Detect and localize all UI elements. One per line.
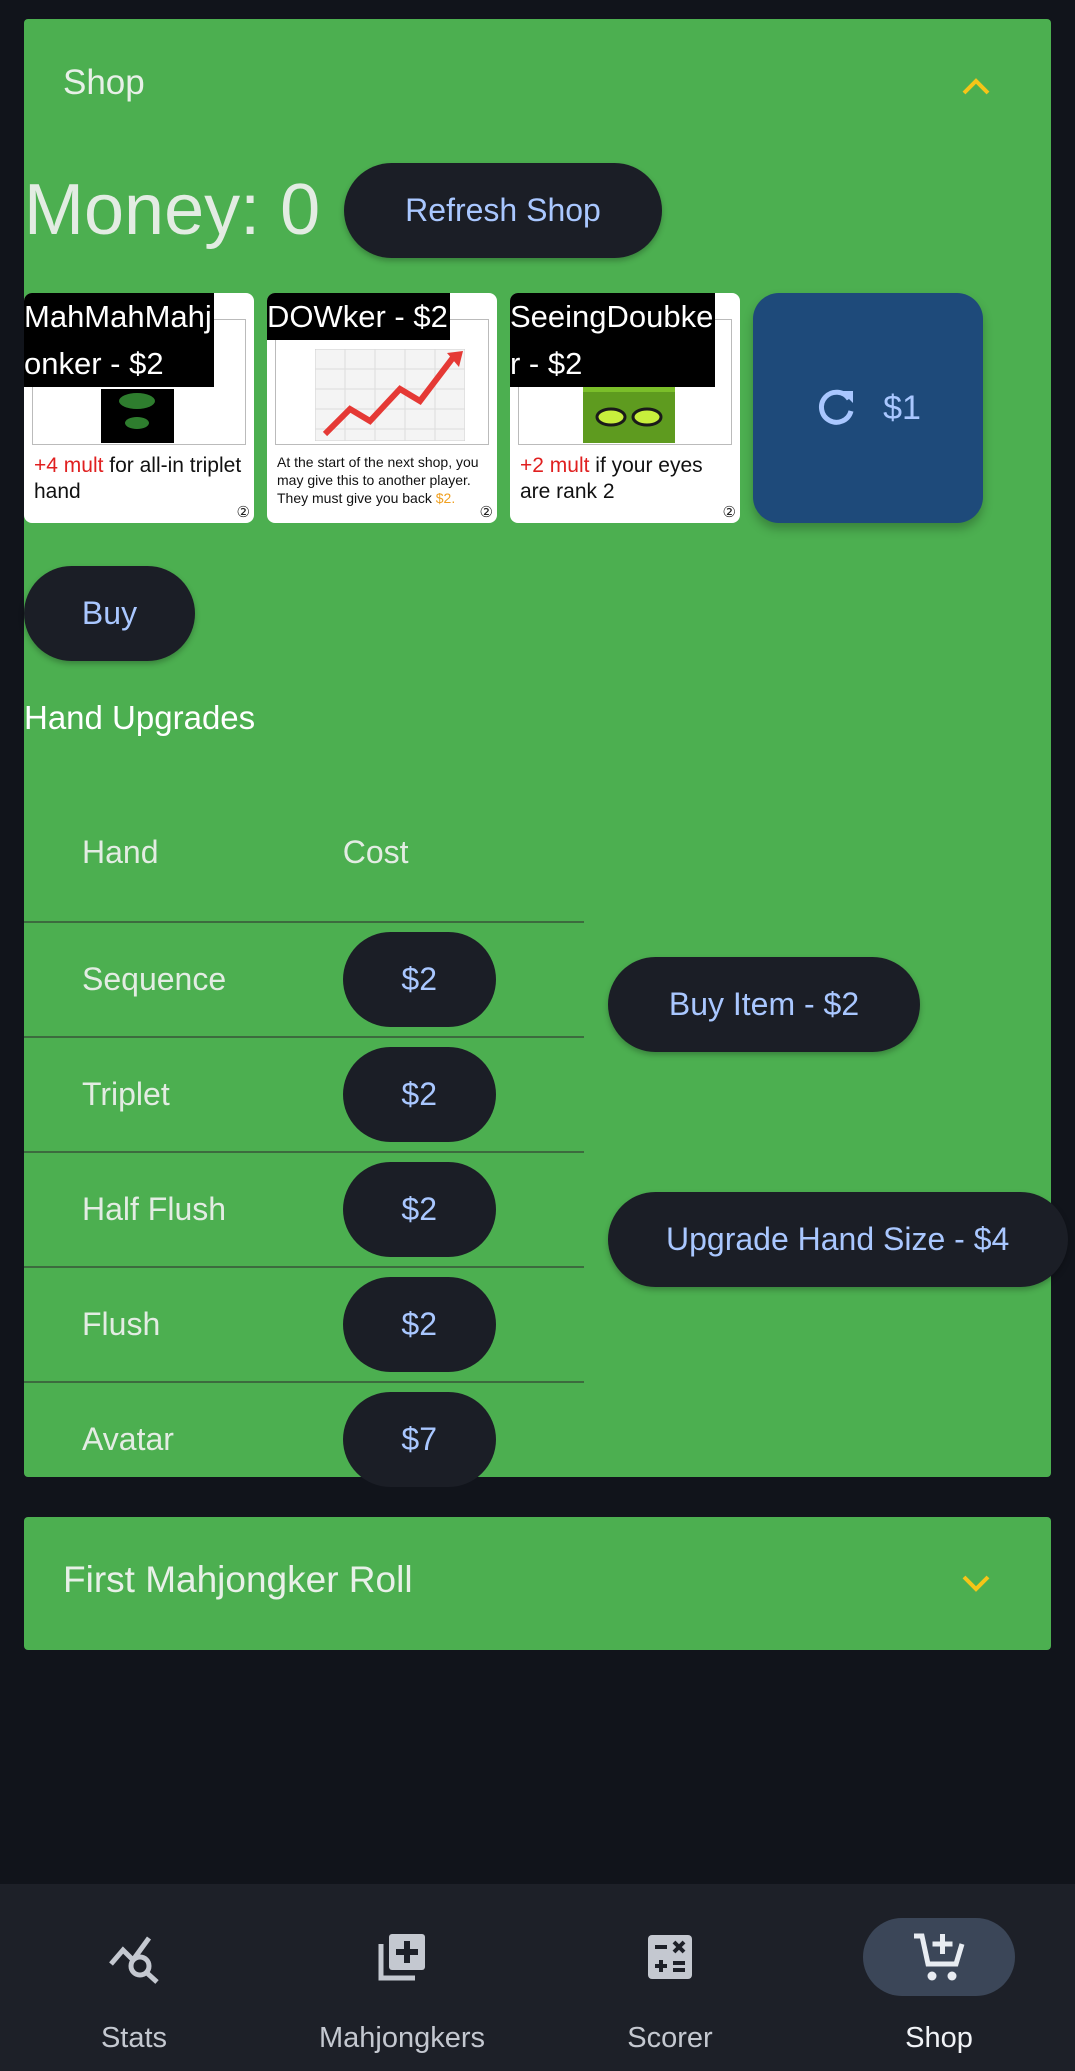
card-mult-text: +4 mult — [34, 454, 104, 477]
hand-name: Triplet — [24, 1037, 343, 1153]
first-mahjongker-roll-panel[interactable]: First Mahjongker Roll — [24, 1517, 1051, 1650]
cost-button[interactable]: $2 — [342, 1162, 496, 1257]
library-add-icon — [378, 1934, 425, 1981]
cost-button[interactable]: $2 — [342, 932, 496, 1027]
refresh-icon — [819, 389, 854, 425]
shop-panel: Shop Money: 0 Refresh Shop MahMahMahj on… — [24, 19, 1068, 1487]
card-title-line1: MahMahMahj — [24, 299, 212, 334]
refresh-shop-button[interactable]: Refresh Shop — [344, 163, 662, 258]
nav-item-stats[interactable]: Stats — [0, 1884, 268, 2071]
joker-card-dowker[interactable]: DOWker - $2 At the start of the next sho… — [267, 293, 497, 523]
table-row: Triplet $2 — [24, 1037, 584, 1153]
chevron-down-icon[interactable] — [956, 1563, 996, 1603]
card-mult-text: +2 mult — [520, 454, 590, 477]
column-header-cost: Cost — [342, 784, 584, 923]
card-desc-line2: They must give you back — [277, 490, 436, 506]
joker-card-mahmahmahjonker[interactable]: MahMahMahj onker - $2 +4 mult for all-in… — [24, 293, 254, 523]
card-title-line1: DOWker - $2 — [267, 299, 448, 334]
nav-item-scorer[interactable]: Scorer — [536, 1884, 804, 2071]
roll-panel-title: First Mahjongker Roll — [63, 1559, 413, 1600]
upgrade-hand-size-button[interactable]: Upgrade Hand Size - $4 — [608, 1192, 1068, 1287]
nav-item-shop[interactable]: Shop — [805, 1884, 1073, 2071]
card-title-line1: SeeingDoubke — [510, 299, 714, 334]
calculator-icon — [648, 1935, 692, 1979]
reroll-price: $1 — [883, 388, 921, 427]
bottom-navigation: Stats Mahjongkers Scorer Shop — [0, 1884, 1075, 2071]
table-row: Avatar $7 — [24, 1382, 584, 1496]
card-description: At the start of the next shop, you may g… — [277, 453, 487, 507]
buy-button[interactable]: Buy — [24, 566, 195, 661]
table-row: Flush $2 — [24, 1267, 584, 1383]
nav-label: Scorer — [627, 2022, 713, 2054]
table-row: Sequence $2 — [24, 922, 584, 1038]
stats-search-icon — [109, 1936, 159, 1984]
card-badge: ② — [722, 504, 736, 521]
rising-chart-art — [315, 349, 465, 441]
card-title: MahMahMahj onker - $2 — [24, 293, 214, 387]
cost-button[interactable]: $2 — [342, 1277, 496, 1372]
card-description: +2 mult if your eyes are rank 2 — [520, 453, 730, 505]
hand-name: Avatar — [82, 1421, 174, 1457]
card-desc-money: $2. — [435, 490, 456, 506]
card-badge: ② — [236, 504, 250, 521]
card-desc-line1: At the start of the next shop, you may g… — [277, 454, 479, 488]
card-title: DOWker - $2 — [267, 293, 450, 340]
hand-name: Half Flush — [24, 1152, 343, 1268]
money-display: Money: 0 — [24, 170, 321, 250]
cost-button[interactable]: $7 — [342, 1392, 496, 1487]
nav-label: Mahjongkers — [318, 2022, 486, 2054]
card-art-image — [101, 389, 174, 443]
hand-upgrades-table: Hand Cost Sequence $2 Triplet $2 Half Fl… — [24, 784, 584, 1496]
table-header-row: Hand Cost — [24, 784, 584, 923]
cart-add-icon — [914, 1933, 965, 1981]
hand-name: Flush — [24, 1267, 343, 1383]
card-title-line2: r - $2 — [510, 346, 583, 381]
cost-button[interactable]: $2 — [342, 1047, 496, 1142]
reroll-button[interactable]: $1 — [753, 293, 983, 523]
chevron-up-icon[interactable] — [956, 67, 996, 107]
hand-upgrades-heading: Hand Upgrades — [24, 699, 256, 736]
nav-label: Stats — [100, 2022, 168, 2054]
table-row: Half Flush $2 — [24, 1152, 584, 1268]
card-title: SeeingDoubke r - $2 — [510, 293, 716, 387]
hand-name: Sequence — [24, 922, 343, 1038]
nav-label: Shop — [905, 2022, 973, 2054]
buy-item-button[interactable]: Buy Item - $2 — [608, 957, 920, 1052]
card-description: +4 mult for all-in triplet hand — [34, 453, 244, 505]
nav-item-mahjongkers[interactable]: Mahjongkers — [268, 1884, 536, 2071]
column-header-hand: Hand — [24, 784, 343, 923]
joker-card-seeingdoubker[interactable]: SeeingDoubke r - $2 +2 mult if your eyes… — [510, 293, 740, 523]
shop-panel-title[interactable]: Shop — [63, 63, 145, 103]
card-badge: ② — [479, 504, 493, 521]
card-title-line2: onker - $2 — [24, 346, 164, 381]
